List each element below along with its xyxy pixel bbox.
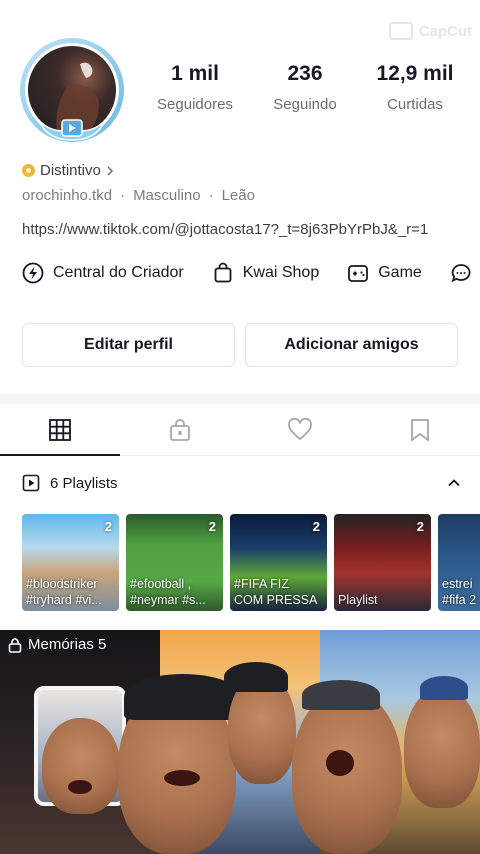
section-divider [0, 394, 480, 404]
distintivo-label: Distintivo [40, 162, 101, 179]
playlist-card[interactable]: 2 #efootball , #neymar #s... [126, 514, 223, 611]
playlist-video-count: 2 [312, 519, 320, 534]
chevron-up-icon[interactable] [446, 475, 462, 491]
shortcut-kwai-shop[interactable]: Kwai Shop [212, 262, 320, 284]
shortcut-label: Game [378, 264, 422, 281]
zodiac-sign: Leão [221, 187, 255, 204]
person-face [404, 688, 480, 808]
person-mouth [164, 770, 200, 786]
playlist-tag-line: #bloodstriker [26, 577, 98, 591]
stat-label: Curtidas [387, 96, 443, 113]
add-friends-button[interactable]: Adicionar amigos [245, 323, 458, 367]
lock-bag-icon [170, 418, 190, 441]
shortcut-label: Kwai Shop [242, 264, 320, 281]
tab-videos[interactable] [0, 404, 120, 456]
profile-stats: 1 mil Seguidores 236 Seguindo 12,9 mil C… [140, 62, 470, 113]
grid-icon [49, 418, 71, 441]
gamepad-icon [348, 265, 369, 282]
stat-following[interactable]: 236 Seguindo [250, 62, 360, 113]
stat-followers[interactable]: 1 mil Seguidores [140, 62, 250, 113]
shortcut-game[interactable]: Game [347, 262, 422, 284]
memories-text: Memórias 5 [28, 636, 107, 653]
playlist-icon [22, 474, 40, 492]
meta-separator: · [120, 187, 126, 204]
shopping-bag-icon [214, 262, 232, 283]
profile-meta: orochinho.tkd · Masculino · Leão [22, 187, 255, 204]
shortcut-creator-center[interactable]: Central do Criador [22, 262, 184, 284]
shortcut-more[interactable] [450, 262, 472, 284]
tab-private[interactable] [120, 404, 240, 455]
heart-icon [288, 417, 312, 440]
person-cap [224, 662, 288, 692]
memories-banner[interactable]: Memórias 5 [0, 630, 480, 854]
playlist-tag-line: #FIFA FIZ [234, 577, 289, 591]
playlist-tags: estrei #fifa 2 [442, 576, 480, 608]
playlist-card[interactable]: estrei #fifa 2 [438, 514, 480, 611]
gender: Masculino [133, 187, 201, 204]
playlist-card[interactable]: 2 #FIFA FIZ COM PRESSA [230, 514, 327, 611]
username: orochinho.tkd [22, 187, 113, 204]
playlist-tags: #bloodstriker #tryhard #vi... [26, 576, 116, 608]
lightning-circle-icon [22, 262, 44, 284]
chevron-right-icon [107, 165, 113, 176]
tab-liked[interactable] [240, 404, 360, 455]
playlist-tag-line: #fifa 2 [442, 593, 477, 607]
playlist-tag-line: #neymar #s... [130, 593, 206, 607]
shortcut-label: Central do Criador [53, 264, 184, 281]
playlists-count: 6 Playlists [50, 474, 118, 492]
tab-saved[interactable] [360, 404, 480, 455]
person-cap [420, 676, 468, 700]
stat-value: 12,9 mil [376, 62, 454, 85]
playlists-title: 6 Playlists [22, 474, 118, 492]
stat-value: 1 mil [171, 62, 219, 85]
person-cap [302, 680, 380, 710]
playlist-carousel: 2 #bloodstriker #tryhard #vi... 2 #efoot… [22, 514, 480, 611]
edit-profile-button[interactable]: Editar perfil [22, 323, 235, 367]
playlist-video-count: 2 [104, 519, 112, 534]
stat-likes[interactable]: 12,9 mil Curtidas [360, 62, 470, 113]
distintivo-link[interactable]: Distintivo [22, 162, 114, 179]
playlist-tag-line: #efootball , [130, 577, 192, 591]
capcut-watermark: CapCut [388, 22, 472, 40]
person-mouth [326, 750, 354, 776]
bio-link[interactable]: https://www.tiktok.com/@jottacosta17?_t=… [22, 221, 428, 238]
playlist-video-count: 2 [208, 519, 216, 534]
stat-label: Seguidores [157, 96, 233, 113]
playlist-tags: Playlist [338, 592, 428, 608]
bookmark-icon [411, 418, 429, 442]
profile-actions: Editar perfil Adicionar amigos [22, 323, 458, 367]
lock-icon [8, 637, 22, 653]
playlist-video-count: 2 [416, 519, 424, 534]
capcut-logo-icon [388, 22, 413, 40]
playlist-card[interactable]: 2 #bloodstriker #tryhard #vi... [22, 514, 119, 611]
shortcut-row: Central do Criador Kwai Shop Game [22, 262, 480, 284]
stat-label: Seguindo [273, 96, 337, 113]
playlist-tag-line: Playlist [338, 593, 378, 607]
content-tabs [0, 404, 480, 456]
memories-label: Memórias 5 [8, 636, 106, 653]
chat-bubble-icon [451, 264, 471, 283]
meta-separator: · [208, 187, 214, 204]
playlist-tags: #efootball , #neymar #s... [130, 576, 220, 608]
person-face [42, 718, 120, 814]
avatar-frame-badge-icon [39, 119, 105, 141]
playlist-tag-line: estrei [442, 577, 473, 591]
playlist-tag-line: COM PRESSA [234, 593, 318, 607]
playlist-tags: #FIFA FIZ COM PRESSA [234, 576, 324, 608]
badge-icon [22, 164, 35, 177]
person-mouth [68, 780, 92, 794]
stat-value: 236 [287, 62, 323, 85]
playlists-header[interactable]: 6 Playlists [22, 474, 462, 492]
playlist-card[interactable]: 2 Playlist [334, 514, 431, 611]
playlist-tag-line: #tryhard #vi... [26, 593, 102, 607]
